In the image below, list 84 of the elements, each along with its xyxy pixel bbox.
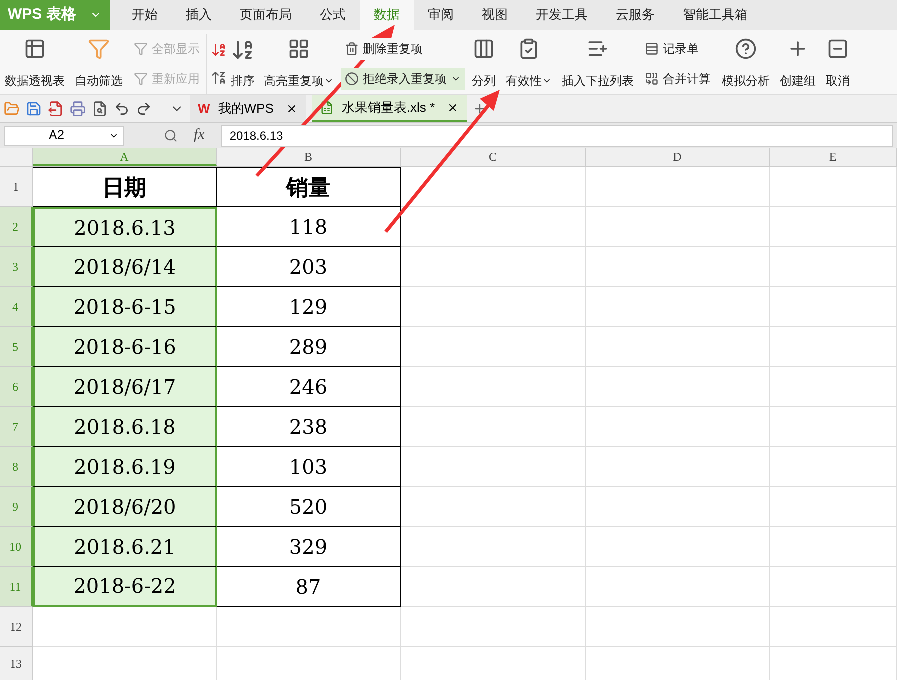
ribbon-button[interactable]: 分列 bbox=[467, 34, 501, 94]
tab-label: 水果销量表.xls * bbox=[342, 98, 436, 117]
table-cell: 238 bbox=[217, 407, 401, 447]
table-cell: 2018/6/14 bbox=[33, 247, 217, 287]
ribbon-button[interactable]: 取消 bbox=[821, 34, 855, 94]
table-cell: 2018/6/17 bbox=[33, 367, 217, 407]
table-cell: 329 bbox=[217, 527, 401, 567]
table-cell: 2018.6.21 bbox=[33, 527, 217, 567]
row-header[interactable]: 1 bbox=[0, 167, 33, 207]
column-title-cell: 销量 bbox=[217, 167, 401, 207]
table-cell: 87 bbox=[217, 567, 401, 607]
menu-tab[interactable]: 视图 bbox=[468, 0, 522, 30]
menu-tab[interactable]: 页面布局 bbox=[226, 0, 306, 30]
menu-tab[interactable]: 数据 bbox=[360, 0, 414, 30]
table-cell: 246 bbox=[217, 367, 401, 407]
ribbon-icon bbox=[827, 38, 849, 60]
column-title-cell: 日期 bbox=[33, 167, 217, 207]
menu-tab[interactable]: 开始 bbox=[118, 0, 172, 30]
undo-icon[interactable] bbox=[114, 100, 130, 116]
column-header[interactable]: B bbox=[217, 148, 401, 166]
ribbon-button[interactable]: 模拟分析 bbox=[717, 34, 775, 94]
table-cell: 2018.6.18 bbox=[33, 407, 217, 447]
wps-logo: W bbox=[198, 100, 210, 118]
ribbon-button[interactable]: 自动筛选 bbox=[70, 34, 128, 94]
sort-descending-icon[interactable] bbox=[211, 70, 227, 86]
ribbon-small-button[interactable]: 拒绝录入重复项 bbox=[341, 68, 465, 90]
menu-tab[interactable]: 公式 bbox=[306, 0, 360, 30]
menu-tab[interactable]: 插入 bbox=[172, 0, 226, 30]
menu-tab[interactable]: 审阅 bbox=[414, 0, 468, 30]
close-icon[interactable] bbox=[447, 102, 460, 114]
spreadsheet-file-icon bbox=[320, 100, 334, 114]
table-cell: 2018-6-16 bbox=[33, 327, 217, 367]
document-tab[interactable]: W 我的WPS bbox=[190, 95, 306, 122]
column-header[interactable]: C bbox=[401, 148, 586, 166]
ribbon-icon bbox=[134, 72, 148, 86]
menu-tab[interactable]: 云服务 bbox=[602, 0, 669, 30]
print-icon[interactable] bbox=[70, 100, 86, 116]
ribbon-icon bbox=[24, 38, 46, 60]
ribbon-icon bbox=[288, 38, 310, 60]
menu-tab[interactable]: 智能工具箱 bbox=[669, 0, 762, 30]
tab-label: 我的WPS bbox=[218, 100, 275, 118]
ribbon-icon bbox=[134, 42, 148, 56]
column-header[interactable]: E bbox=[770, 148, 897, 166]
export-document-icon[interactable] bbox=[48, 100, 64, 116]
ribbon-icon bbox=[518, 38, 540, 60]
row-header[interactable]: 12 bbox=[0, 607, 33, 647]
ribbon-button[interactable]: 高亮重复项 bbox=[259, 34, 339, 94]
ribbon-icon bbox=[88, 38, 110, 60]
table-cell: 289 bbox=[217, 327, 401, 367]
table-cell: 520 bbox=[217, 487, 401, 527]
redo-icon[interactable] bbox=[136, 100, 152, 116]
ribbon-button[interactable]: 创建组 bbox=[775, 34, 821, 94]
print-preview-icon[interactable] bbox=[92, 100, 108, 116]
table-cell: 129 bbox=[217, 287, 401, 327]
ribbon-button[interactable]: 数据透视表 bbox=[0, 34, 70, 94]
function-icon[interactable]: fx bbox=[186, 124, 213, 147]
table-cell: 2018/6/20 bbox=[33, 487, 217, 527]
table-cell: 2018.6.13 bbox=[33, 207, 217, 247]
table-cell: 203 bbox=[217, 247, 401, 287]
menu-tab[interactable]: 开发工具 bbox=[522, 0, 602, 30]
table-cell: 2018-6-22 bbox=[33, 567, 217, 607]
document-tab[interactable]: 水果销量表.xls * bbox=[312, 95, 468, 122]
ribbon-icon bbox=[345, 72, 359, 86]
ribbon-icon bbox=[645, 72, 659, 86]
ribbon-button[interactable]: 插入下拉列表 bbox=[557, 34, 639, 94]
table-cell: 2018.6.19 bbox=[33, 447, 217, 487]
ribbon-button[interactable]: 有效性 bbox=[501, 34, 557, 94]
row-header[interactable]: 13 bbox=[0, 647, 33, 680]
save-icon[interactable] bbox=[26, 100, 42, 116]
close-icon[interactable] bbox=[286, 102, 298, 114]
table-cell: 2018-6-15 bbox=[33, 287, 217, 327]
ribbon-icon bbox=[345, 42, 359, 56]
table-cell: 118 bbox=[217, 207, 401, 247]
ribbon-icon bbox=[473, 38, 495, 60]
sort-icon bbox=[231, 38, 255, 62]
ribbon-icon bbox=[735, 38, 757, 60]
formula-field[interactable]: 2018.6.13 bbox=[220, 124, 893, 146]
sort-ascending-icon[interactable] bbox=[211, 42, 227, 58]
ribbon-icon bbox=[645, 42, 659, 56]
column-header[interactable]: D bbox=[586, 148, 770, 166]
sort-button[interactable]: 排序 bbox=[231, 34, 255, 94]
name-box[interactable]: A2 bbox=[4, 126, 124, 146]
search-icon[interactable] bbox=[164, 128, 178, 142]
table-cell: 103 bbox=[217, 447, 401, 487]
